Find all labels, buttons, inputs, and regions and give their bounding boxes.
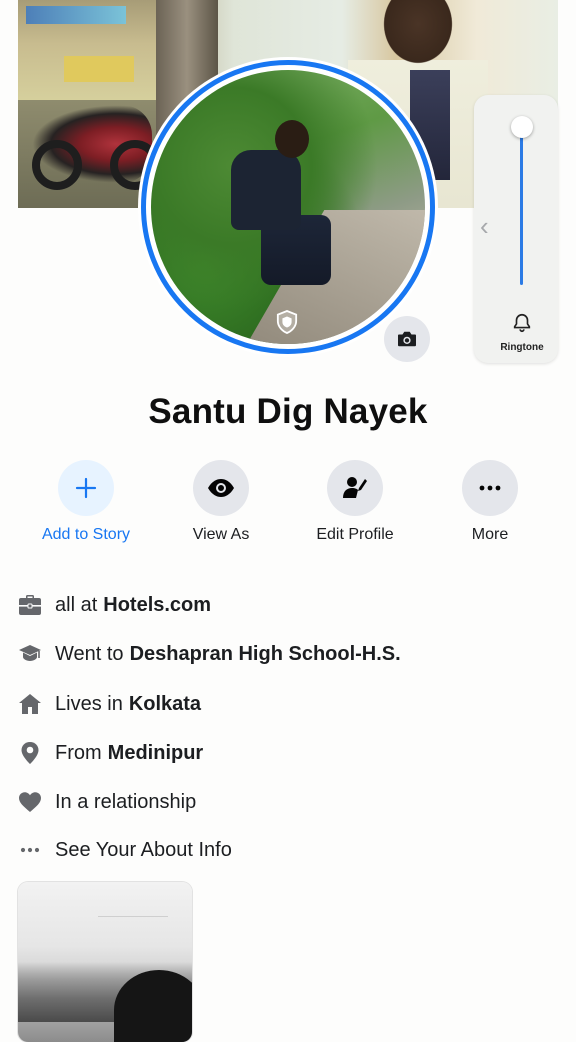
volume-panel[interactable]: ‹ Ringtone [474,95,558,363]
view-as-circle [193,460,249,516]
featured-photo-card[interactable] [18,882,192,1042]
edit-profile-icon [343,477,367,498]
profile-name: Santu Dig Nayek [148,392,428,431]
chevron-left-icon[interactable]: ‹ [480,211,489,242]
plus-icon [75,477,97,499]
add-to-story-circle [58,460,114,516]
briefcase-icon [18,593,42,617]
more-button[interactable]: More [430,460,550,544]
volume-stream-label: Ringtone [500,342,544,353]
intro-education-prefix: Went to [55,642,124,665]
intro-from-prefix: From [55,741,102,764]
home-icon [18,692,42,716]
profile-photo-person-head [275,120,309,158]
add-to-story-button[interactable]: Add to Story [26,460,146,544]
bell-icon[interactable] [511,311,533,335]
eye-icon [208,479,234,497]
ellipsis-icon [18,838,42,862]
ellipsis-icon [479,485,501,491]
graduation-cap-icon [18,642,42,666]
edit-profile-label: Edit Profile [316,526,394,543]
edit-profile-circle [327,460,383,516]
profile-photo-person-body [231,150,301,230]
more-circle [462,460,518,516]
featured-photo-horizon [98,916,168,917]
intro-work[interactable]: all at Hotels.com [18,585,211,625]
intro-work-value: Hotels.com [103,593,212,616]
intro-lives-value: Kolkata [128,692,202,715]
volume-slider-handle[interactable] [511,116,533,138]
intro-relationship-text: In a relationship [55,790,197,813]
intro-lives[interactable]: Lives in Kolkata [18,684,201,724]
edit-profile-button[interactable]: Edit Profile [295,460,415,544]
cover-wall [64,56,134,82]
cover-sign [26,6,126,24]
intro-lives-prefix: Lives in [55,692,123,715]
profile-picture[interactable] [151,70,425,344]
intro-relationship[interactable]: In a relationship [18,782,196,822]
volume-slider-track[interactable] [520,125,523,285]
more-label: More [471,526,509,543]
view-as-label: View As [192,526,250,543]
change-profile-picture-button[interactable] [384,316,430,362]
intro-education-value: Deshapran High School-H.S. [129,642,401,665]
cover-motorbike-wheel [32,140,82,190]
see-about-info-label: See Your About Info [55,838,232,861]
see-about-info-button[interactable]: See Your About Info [18,830,232,870]
intro-from[interactable]: From Medinipur [18,733,203,773]
profile-actions: Add to Story View As Edit Profile More [0,460,576,560]
camera-icon [398,331,416,347]
profile-guard-shield-icon [276,310,298,334]
add-to-story-label: Add to Story [41,526,131,543]
intro-education[interactable]: Went to Deshapran High School-H.S. [18,634,401,674]
intro-work-prefix: all at [55,593,98,616]
location-pin-icon [18,741,42,765]
view-as-button[interactable]: View As [161,460,281,544]
intro-from-value: Medinipur [107,741,204,764]
heart-icon [18,790,42,814]
